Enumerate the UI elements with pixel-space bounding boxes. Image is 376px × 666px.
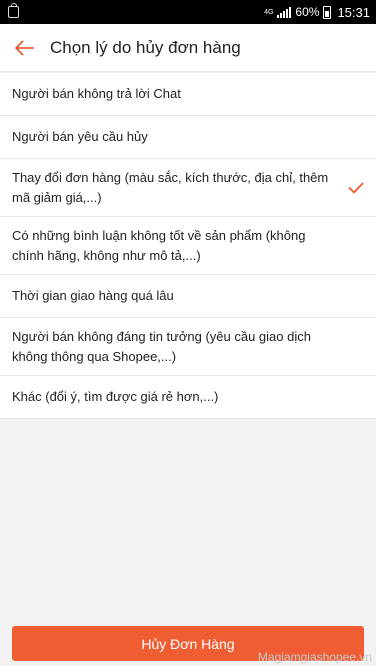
cancel-reason-list: Người bán không trả lời Chat Người bán y… (0, 73, 376, 419)
reason-label: Người bán yêu cầu hủy (12, 129, 148, 144)
reason-label: Người bán không trả lời Chat (12, 86, 181, 101)
network-type-label: 4G (264, 8, 274, 16)
signal-strength-icon (277, 6, 292, 18)
reason-option-untrustworthy-seller[interactable]: Người bán không đáng tin tưởng (yêu cầu … (0, 318, 376, 376)
app-header: Chọn lý do hủy đơn hàng (0, 24, 376, 72)
reason-label: Khác (đổi ý, tìm được giá rẻ hơn,...) (12, 389, 219, 404)
checkmark-icon (348, 182, 364, 193)
battery-icon (323, 5, 332, 19)
status-clock: 15:31 (337, 4, 370, 20)
watermark: Magiamgiashopee.vn (257, 650, 372, 664)
reason-option-bad-reviews[interactable]: Có những bình luận không tốt về sản phẩm… (0, 217, 376, 275)
arrow-left-icon (15, 40, 34, 55)
reason-option-no-chat-reply[interactable]: Người bán không trả lời Chat (0, 73, 376, 116)
reason-option-other[interactable]: Khác (đổi ý, tìm được giá rẻ hơn,...) (0, 376, 376, 419)
reason-label: Người bán không đáng tin tưởng (yêu cầu … (12, 328, 311, 364)
back-button[interactable] (2, 24, 46, 72)
page-title: Chọn lý do hủy đơn hàng (50, 37, 241, 57)
reason-option-change-order[interactable]: Thay đổi đơn hàng (màu sắc, kích thước, … (0, 159, 376, 217)
battery-percent: 60% (295, 5, 320, 19)
status-bar: 4G 60% 15:31 (0, 0, 376, 24)
reason-option-slow-delivery[interactable]: Thời gian giao hàng quá lâu (0, 275, 376, 318)
reason-label: Thay đổi đơn hàng (màu sắc, kích thước, … (12, 169, 329, 205)
reason-label: Có những bình luận không tốt về sản phẩm… (12, 227, 306, 263)
reason-option-seller-requested[interactable]: Người bán yêu cầu hủy (0, 116, 376, 159)
notification-bag-icon (8, 3, 19, 18)
reason-label: Thời gian giao hàng quá lâu (12, 288, 174, 303)
